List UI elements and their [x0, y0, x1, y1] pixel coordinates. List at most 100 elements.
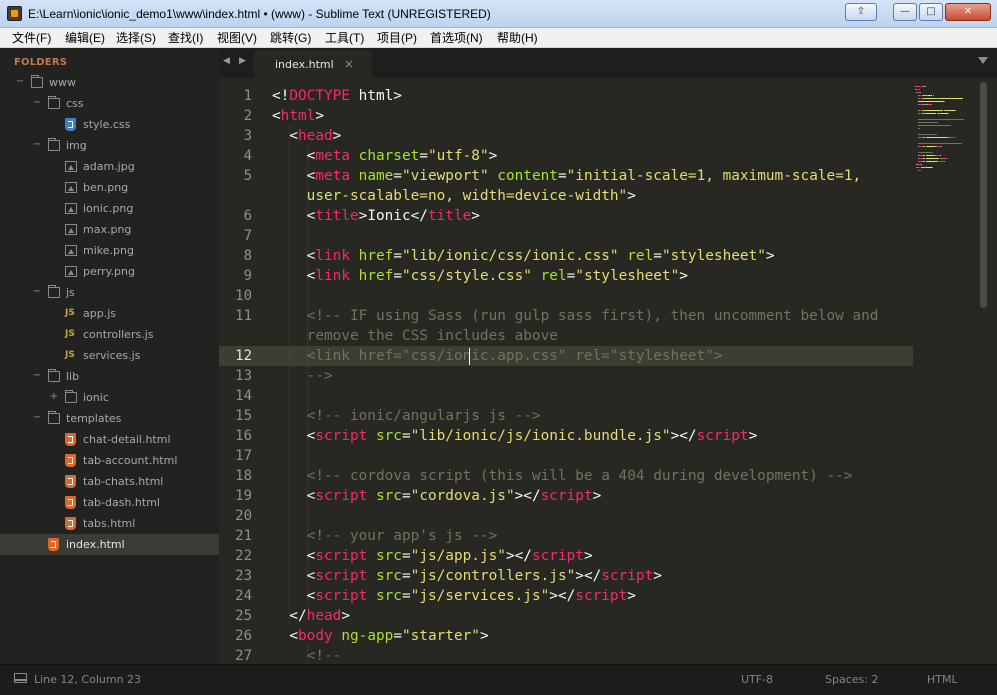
code-token: <!-- ionic/angularjs js --> — [272, 408, 541, 424]
tab-next-icon[interactable]: ▶ — [239, 56, 246, 66]
code-token: name — [358, 168, 394, 184]
collapse-icon[interactable]: − — [15, 76, 25, 87]
sidebar-file[interactable]: tab-chats.html — [0, 471, 219, 492]
code-line[interactable]: <head> — [272, 126, 341, 146]
line-number: 14 — [235, 388, 252, 404]
code-line[interactable]: <meta name="viewport" content="initial-s… — [272, 166, 862, 186]
code-token: > — [479, 628, 489, 644]
code-line[interactable]: remove the CSS includes above — [272, 326, 558, 346]
minimize-button[interactable]: — — [893, 3, 917, 21]
menu-item[interactable]: 工具(T) — [325, 30, 364, 46]
encoding-indicator[interactable]: UTF-8 — [741, 673, 773, 686]
code-token: remove the CSS includes above — [272, 328, 558, 344]
menu-item[interactable]: 查找(I) — [168, 30, 203, 46]
tab-overflow-icon[interactable] — [978, 57, 988, 64]
code-line[interactable]: <!-- — [272, 646, 342, 664]
menu-item[interactable]: 帮助(H) — [497, 30, 538, 46]
restore-button[interactable]: ⇧ — [845, 3, 877, 21]
sidebar-folder[interactable]: − img — [0, 135, 219, 156]
minimap-stroke — [946, 110, 955, 111]
code-line[interactable]: <link href="css/style.css" rel="styleshe… — [272, 266, 688, 286]
sidebar: FOLDERS − www − css style.css − img adam.jpg ben… — [0, 48, 219, 664]
code-line[interactable]: <!-- your app's js --> — [272, 526, 498, 546]
sidebar-file[interactable]: JS app.js — [0, 303, 219, 324]
collapse-icon[interactable]: − — [32, 139, 42, 150]
sidebar-file[interactable]: mike.png — [0, 240, 219, 261]
sublime-app-icon[interactable] — [7, 6, 22, 21]
code-line[interactable]: <!-- ionic/angularjs js --> — [272, 406, 541, 426]
minimap-stroke — [918, 146, 923, 147]
sidebar-file[interactable]: ionic.png — [0, 198, 219, 219]
code-line[interactable]: <html> — [272, 106, 324, 126]
tab-index-html[interactable]: index.html × — [254, 50, 372, 78]
menu-item[interactable]: 视图(V) — [217, 30, 257, 46]
menu-item[interactable]: 首选项(N) — [430, 30, 483, 46]
vertical-scrollbar[interactable] — [978, 78, 991, 664]
sidebar-file[interactable]: chat-detail.html — [0, 429, 219, 450]
collapse-icon[interactable]: − — [32, 97, 42, 108]
title-bar[interactable]: E:\Learn\ionic\ionic_demo1\www\index.htm… — [0, 0, 997, 28]
menu-item[interactable]: 项目(P) — [377, 30, 417, 46]
sidebar-file[interactable]: adam.jpg — [0, 156, 219, 177]
code-line[interactable]: <meta charset="utf-8"> — [272, 146, 498, 166]
sidebar-file[interactable]: ben.png — [0, 177, 219, 198]
code-line[interactable]: <link href="css/ionic.app.css" rel="styl… — [272, 346, 723, 366]
code-line[interactable]: <script src="js/services.js"></script> — [272, 586, 636, 606]
sidebar-item-label: tab-account.html — [83, 454, 178, 467]
tab-close-icon[interactable]: × — [344, 57, 354, 71]
code-line[interactable]: <script src="js/controllers.js"></script… — [272, 566, 662, 586]
folder-open-icon — [48, 285, 60, 298]
code-token: = — [653, 248, 662, 264]
code-line[interactable]: <script src="js/app.js"></script> — [272, 546, 593, 566]
code-token: src — [375, 588, 402, 604]
code-line[interactable]: <script src="cordova.js"></script> — [272, 486, 602, 506]
menu-item[interactable]: 选择(S) — [116, 30, 156, 46]
expand-icon[interactable]: + — [49, 391, 59, 402]
sidebar-file[interactable]: style.css — [0, 114, 219, 135]
maximize-button[interactable]: □ — [919, 3, 943, 21]
sidebar-folder[interactable]: − js — [0, 282, 219, 303]
collapse-icon[interactable]: − — [32, 286, 42, 297]
code-line[interactable]: <body ng-app="starter"> — [272, 626, 489, 646]
sidebar-folder[interactable]: − lib — [0, 366, 219, 387]
sidebar-folder[interactable]: + ionic — [0, 387, 219, 408]
sidebar-file[interactable]: perry.png — [0, 261, 219, 282]
code-line[interactable]: <title>Ionic</title> — [272, 206, 480, 226]
sidebar-file[interactable]: JS services.js — [0, 345, 219, 366]
code-editor[interactable]: 1 2 3 4 5 6 7 8 9 10 11 12 13 14 15 16 17 18 19 20 21 22 23 24 2… — [219, 78, 997, 664]
code-line[interactable]: <script src="lib/ionic/js/ionic.bundle.j… — [272, 426, 758, 446]
tab-prev-icon[interactable]: ◀ — [223, 56, 230, 66]
menu-item[interactable]: 编辑(E) — [65, 30, 105, 46]
collapse-icon[interactable]: − — [32, 370, 42, 381]
code-line[interactable]: <!-- cordova script (this will be a 404 … — [272, 466, 853, 486]
sidebar-file[interactable]: index.html — [0, 534, 219, 555]
syntax-indicator[interactable]: HTML — [927, 673, 958, 686]
sidebar-folder[interactable]: − templates — [0, 408, 219, 429]
code-line[interactable]: <!DOCTYPE html> — [272, 86, 402, 106]
sidebar-file[interactable]: tabs.html — [0, 513, 219, 534]
code-line[interactable]: </head> — [272, 606, 350, 626]
code-line[interactable]: <link href="lib/ionic/css/ionic.css" rel… — [272, 246, 775, 266]
sidebar-file[interactable]: max.png — [0, 219, 219, 240]
code-line[interactable]: <!-- IF using Sass (run gulp sass first)… — [272, 306, 879, 326]
menu-item[interactable]: 跳转(G) — [270, 30, 311, 46]
sidebar-folder[interactable]: − www — [0, 72, 219, 93]
scroll-thumb[interactable] — [980, 82, 987, 308]
indentation-indicator[interactable]: Spaces: 2 — [825, 673, 878, 686]
code-line[interactable]: user-scalable=no, width=device-width"> — [272, 186, 636, 206]
close-button[interactable]: ✕ — [945, 3, 991, 21]
menu-item[interactable]: 文件(F) — [12, 30, 51, 46]
minimap[interactable] — [913, 78, 977, 664]
line-number: 4 — [243, 148, 252, 164]
sidebar-file[interactable]: tab-account.html — [0, 450, 219, 471]
collapse-icon[interactable]: − — [32, 412, 42, 423]
sidebar-file[interactable]: JS controllers.js — [0, 324, 219, 345]
image-file-icon — [65, 245, 77, 256]
panel-toggle-icon[interactable] — [14, 673, 27, 683]
text-caret — [469, 348, 470, 365]
code-line[interactable]: --> — [272, 366, 333, 386]
cursor-position[interactable]: Line 12, Column 23 — [34, 673, 141, 686]
sidebar-file[interactable]: tab-dash.html — [0, 492, 219, 513]
sidebar-folder[interactable]: − css — [0, 93, 219, 114]
